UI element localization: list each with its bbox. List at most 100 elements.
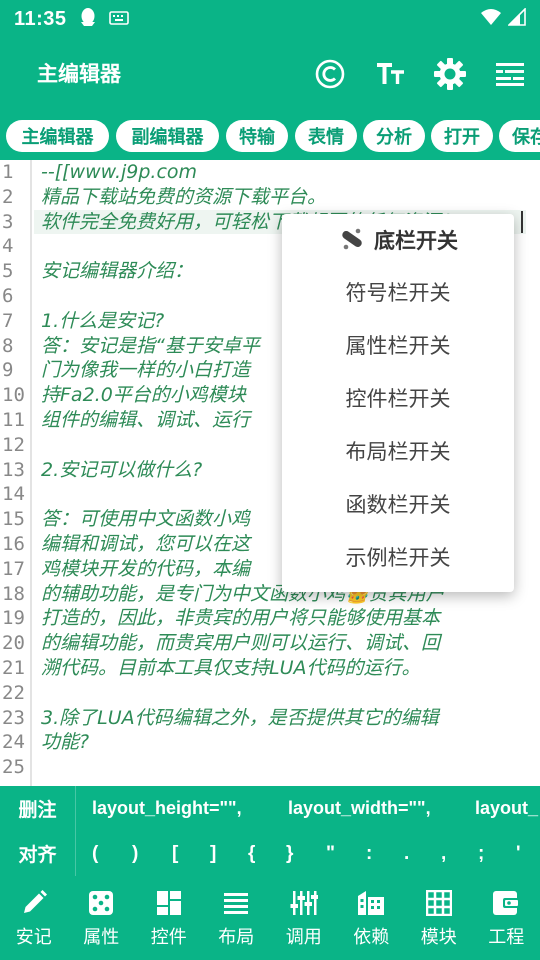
symbol-key[interactable]: [ xyxy=(172,831,178,876)
line-number: 25 xyxy=(2,756,25,779)
toggle-menu-popup: 底栏开关 符号栏开关 属性栏开关 控件栏开关 布局栏开关 函数栏开关 示例栏开关 xyxy=(282,214,514,592)
code-line[interactable]: 3.除了LUA代码编辑之外，是否提供其它的编辑 xyxy=(41,706,530,731)
nav-item-modules[interactable]: 模块 xyxy=(405,876,473,960)
bottom-navigation: 安记 属性 控件 布局 调用 依赖 模块 工程 xyxy=(0,876,540,960)
align-button[interactable]: 对齐 xyxy=(0,831,76,876)
status-time: 11:35 xyxy=(14,7,67,30)
line-number: 19 xyxy=(2,607,25,630)
nav-item-layout[interactable]: 布局 xyxy=(203,876,271,960)
symbol-key[interactable]: { xyxy=(248,831,255,876)
code-line[interactable]: 的编辑功能，而贵宾用户则可以运行、调试、回 xyxy=(41,631,530,656)
symbol-key[interactable]: ' xyxy=(516,831,521,876)
equalizer-icon xyxy=(289,888,319,918)
attr-layout-width[interactable]: layout_width="", xyxy=(288,786,431,831)
skateboard-icon xyxy=(342,228,362,250)
nav-item-widgets[interactable]: 控件 xyxy=(135,876,203,960)
attr-layout-more[interactable]: layout_ xyxy=(475,786,538,831)
line-number: 16 xyxy=(2,533,25,555)
code-line[interactable] xyxy=(41,755,530,780)
line-number: 20 xyxy=(2,632,25,655)
chip-emoji[interactable]: 表情 xyxy=(295,120,357,152)
line-number: 11 xyxy=(2,409,25,431)
attr-layout-height[interactable]: layout_height="", xyxy=(92,786,242,831)
line-number: 2 xyxy=(2,185,14,208)
line-number: 4 xyxy=(2,235,14,258)
code-line[interactable] xyxy=(41,681,530,706)
line-number: 1 xyxy=(2,161,14,183)
copyright-button[interactable] xyxy=(310,54,350,94)
line-number: 7 xyxy=(2,309,14,332)
pencil-icon xyxy=(19,888,49,918)
menu-item-attribute-bar-toggle[interactable]: 属性栏开关 xyxy=(282,319,514,371)
chip-sub-editor[interactable]: 副编辑器 xyxy=(116,120,219,152)
code-line[interactable]: 打造的，因此，非贵宾的用户将只能够使用基本 xyxy=(41,606,530,631)
nav-item-properties[interactable]: 属性 xyxy=(68,876,136,960)
list-menu-icon xyxy=(496,63,524,86)
menu-item-widget-bar-toggle[interactable]: 控件栏开关 xyxy=(282,372,514,424)
line-number: 18 xyxy=(2,582,25,605)
chip-special-input[interactable]: 特输 xyxy=(226,120,288,152)
line-number: 21 xyxy=(2,657,25,679)
code-line[interactable]: 精品下载站免费的资源下载平台。 xyxy=(41,185,530,210)
wallet-icon xyxy=(491,888,521,918)
chip-main-editor[interactable]: 主编辑器 xyxy=(6,120,109,152)
symbol-key[interactable]: ) xyxy=(132,831,138,876)
menu-item-example-bar-toggle[interactable]: 示例栏开关 xyxy=(282,531,514,583)
symbol-key[interactable]: . xyxy=(404,831,409,876)
line-number: 17 xyxy=(2,557,25,580)
line-number: 12 xyxy=(2,433,25,456)
chip-analyze[interactable]: 分析 xyxy=(363,120,425,152)
signal-icon xyxy=(507,7,526,30)
nav-item-project[interactable]: 工程 xyxy=(473,876,540,960)
symbol-key[interactable]: " xyxy=(326,831,335,876)
text-size-button[interactable] xyxy=(370,54,410,94)
comment-toggle-button[interactable]: 删注 xyxy=(0,786,76,831)
menu-lines-icon xyxy=(221,888,251,918)
building-icon xyxy=(356,888,386,918)
line-number: 9 xyxy=(2,359,14,382)
line-number: 5 xyxy=(2,260,14,283)
symbol-key[interactable]: ( xyxy=(92,831,98,876)
page-title: 主编辑器 xyxy=(37,62,121,86)
line-number: 23 xyxy=(2,706,25,729)
menu-item-layout-bar-toggle[interactable]: 布局栏开关 xyxy=(282,425,514,477)
status-bar: 11:35 xyxy=(0,0,540,38)
symbol-key[interactable]: ; xyxy=(478,831,484,876)
dice-icon xyxy=(86,888,116,918)
menu-item-bottom-bar-toggle[interactable]: 底栏开关 xyxy=(282,214,514,266)
notification-penguin-icon xyxy=(79,7,97,31)
gear-icon xyxy=(434,58,466,90)
editor-chip-row: 主编辑器 副编辑器 特输 表情 分析 打开 保存 xyxy=(0,110,540,160)
symbol-key[interactable]: : xyxy=(366,831,372,876)
line-number: 10 xyxy=(2,384,25,407)
line-number: 13 xyxy=(2,458,25,481)
code-line[interactable]: 功能? xyxy=(41,730,530,755)
code-line[interactable]: --[[www.j9p.com xyxy=(41,160,530,185)
text-size-icon xyxy=(377,63,404,84)
menu-item-symbol-bar-toggle[interactable]: 符号栏开关 xyxy=(282,266,514,318)
settings-button[interactable] xyxy=(430,54,470,94)
line-number: 6 xyxy=(2,285,14,307)
chip-open[interactable]: 打开 xyxy=(431,120,493,152)
symbol-key[interactable]: } xyxy=(286,831,293,876)
nav-item-dependencies[interactable]: 依赖 xyxy=(338,876,406,960)
line-number: 3 xyxy=(2,210,14,233)
code-line[interactable]: 溯代码。目前本工具仅支持LUA代码的运行。 xyxy=(41,656,530,681)
dashboard-icon xyxy=(154,888,184,918)
menu-item-function-bar-toggle[interactable]: 函数栏开关 xyxy=(282,478,514,530)
line-number: 14 xyxy=(2,483,25,506)
more-menu-button[interactable] xyxy=(490,54,530,94)
attribute-bar: 删注 layout_height="", layout_width="", la… xyxy=(0,786,540,831)
symbol-bar: 对齐 ( ) [ ] { } " : . , ; ' xyxy=(0,831,540,876)
app-bar: 主编辑器 xyxy=(0,38,540,110)
nav-item-call[interactable]: 调用 xyxy=(270,876,338,960)
line-number: 15 xyxy=(2,508,25,531)
symbol-key[interactable]: ] xyxy=(210,831,216,876)
text-cursor xyxy=(521,211,523,233)
line-number: 24 xyxy=(2,731,25,754)
chip-save[interactable]: 保存 xyxy=(499,120,540,152)
copyright-icon xyxy=(315,59,345,89)
symbol-key[interactable]: , xyxy=(441,831,446,876)
nav-item-anji[interactable]: 安记 xyxy=(0,876,68,960)
line-number-gutter: 1 2 3 4 5 6 7 8 9 10 11 12 13 14 15 16 1… xyxy=(0,160,32,786)
